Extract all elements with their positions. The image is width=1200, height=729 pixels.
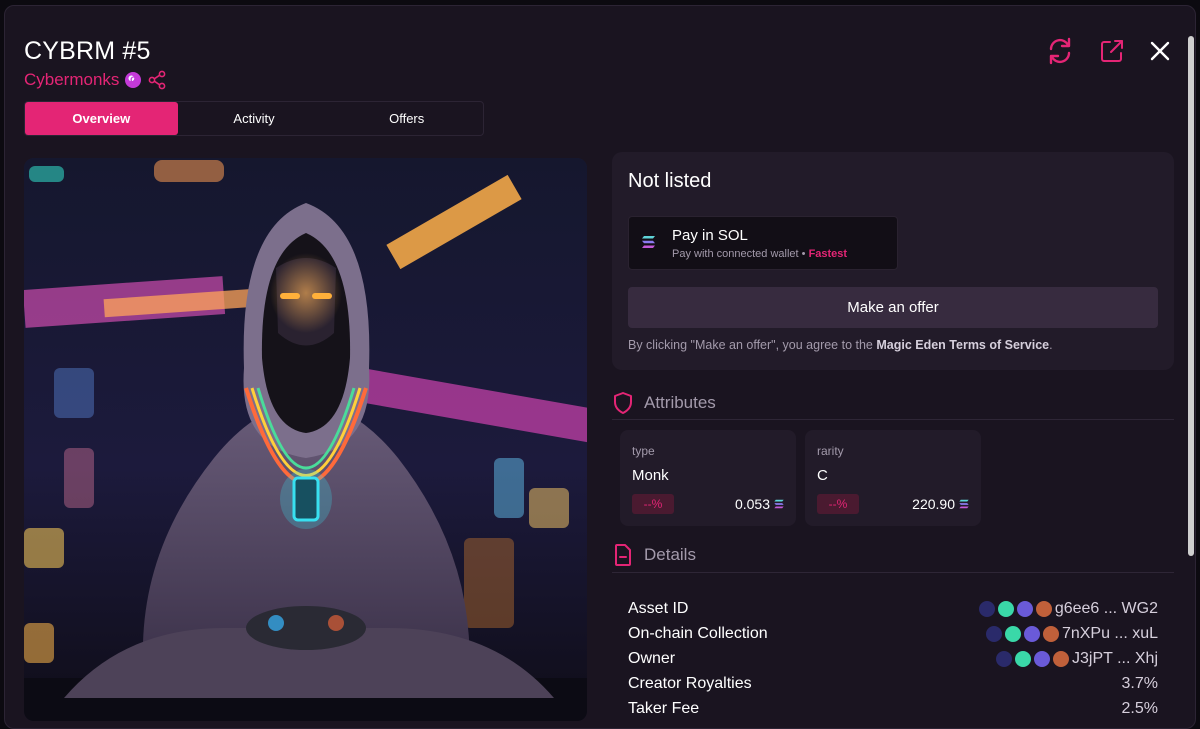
tab-offers[interactable]: Offers <box>330 102 483 135</box>
explorer-link-icon <box>1042 625 1059 642</box>
share-icon[interactable] <box>147 70 167 90</box>
attribute-card-type[interactable]: type Monk --% 0.053 <box>620 430 796 526</box>
listing-panel: Not listed Pay in SOL Pay with connected… <box>612 152 1174 370</box>
listing-status: Not listed <box>628 170 712 192</box>
divider <box>612 419 1174 420</box>
owner-value[interactable]: J3jPT ... Xhj <box>996 650 1158 668</box>
details-header: Details <box>612 543 696 567</box>
verified-badge-icon: C <box>125 72 142 88</box>
explorer-link-icon <box>997 600 1014 617</box>
nft-detail-modal: CYBRM #5 Cybermonks C Overview Activity … <box>4 5 1196 729</box>
scrollbar[interactable] <box>1188 36 1194 556</box>
close-icon[interactable] <box>1149 40 1171 62</box>
attributes-header: Attributes <box>612 391 716 415</box>
explorer-link-icon <box>985 625 1002 642</box>
attribute-key: type <box>632 444 655 458</box>
nft-image <box>24 158 587 721</box>
pay-method-option[interactable]: Pay in SOL Pay with connected wallet • F… <box>628 216 898 270</box>
attribute-rarity-pct: --% <box>817 494 859 514</box>
refresh-icon[interactable] <box>1045 36 1075 66</box>
external-link-icon[interactable] <box>1099 38 1125 64</box>
explorer-link-icon <box>1004 625 1021 642</box>
collection-link[interactable]: Cybermonks <box>24 70 119 90</box>
nft-title: CYBRM #5 <box>24 37 151 65</box>
explorer-link-icon <box>978 600 995 617</box>
explorer-link-icon <box>1053 650 1070 667</box>
tab-overview[interactable]: Overview <box>25 102 178 135</box>
make-offer-button[interactable]: Make an offer <box>628 287 1158 328</box>
detail-row-creator-royalties: Creator Royalties 3.7% <box>628 674 1158 692</box>
attribute-card-rarity[interactable]: rarity C --% 220.90 <box>805 430 981 526</box>
solana-icon <box>774 499 784 509</box>
pay-title: Pay in SOL <box>672 227 748 244</box>
document-icon <box>615 544 631 566</box>
attribute-value: Monk <box>632 467 669 484</box>
detail-row-taker-fee: Taker Fee 2.5% <box>628 699 1158 717</box>
explorer-link-icon <box>1015 650 1032 667</box>
terms-link[interactable]: Magic Eden Terms of Service <box>876 338 1049 352</box>
pay-subtitle: Pay with connected wallet • Fastest <box>672 248 848 260</box>
divider <box>612 572 1174 573</box>
solana-icon <box>1023 625 1040 642</box>
attribute-key: rarity <box>817 444 844 458</box>
solana-icon <box>959 499 969 509</box>
detail-row-owner: Owner J3jPT ... Xhj <box>628 649 1158 668</box>
details-list: Asset ID g6ee6 ... WG2 On-chain Collecti… <box>628 596 1158 721</box>
detail-row-onchain-collection: On-chain Collection 7nXPu ... xuL <box>628 624 1158 643</box>
terms-notice: By clicking "Make an offer", you agree t… <box>628 338 1053 352</box>
attribute-floor-price: 0.053 <box>735 496 784 512</box>
collection-row: Cybermonks C <box>24 70 167 90</box>
tab-activity[interactable]: Activity <box>178 102 331 135</box>
asset-id-value[interactable]: g6ee6 ... WG2 <box>978 600 1158 618</box>
explorer-link-icon <box>1035 600 1052 617</box>
solana-icon <box>1016 600 1033 617</box>
attribute-rarity-pct: --% <box>632 494 674 514</box>
attribute-floor-price: 220.90 <box>912 496 969 512</box>
solana-icon <box>1034 650 1051 667</box>
detail-row-asset-id: Asset ID g6ee6 ... WG2 <box>628 599 1158 618</box>
collection-value[interactable]: 7nXPu ... xuL <box>985 625 1158 643</box>
tab-bar: Overview Activity Offers <box>24 101 484 136</box>
solana-icon <box>642 236 655 248</box>
header-actions <box>1045 36 1171 66</box>
attribute-value: C <box>817 467 828 484</box>
shield-icon <box>614 392 632 414</box>
explorer-link-icon <box>996 650 1013 667</box>
fastest-tag: Fastest <box>808 248 848 260</box>
